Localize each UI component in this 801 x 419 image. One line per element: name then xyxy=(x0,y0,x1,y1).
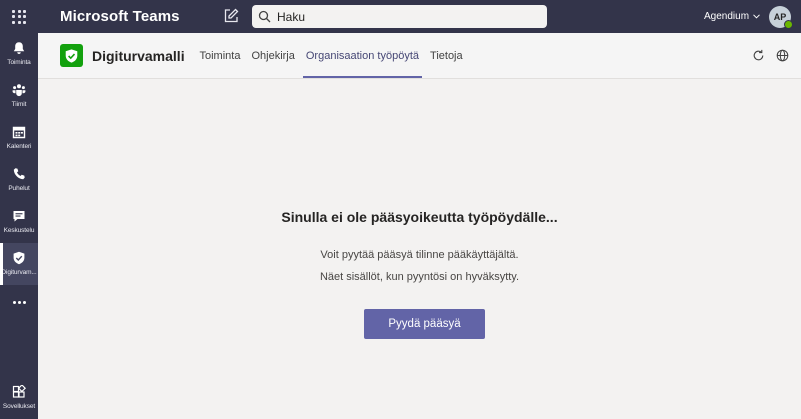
access-hint-line-2: Näet sisällöt, kun pyyntösi on hyväksytt… xyxy=(319,271,520,283)
rail-item-label: Tiimit xyxy=(11,101,27,108)
rail-item-label: Keskustelu xyxy=(3,227,35,234)
more-apps-button[interactable] xyxy=(0,292,38,312)
waffle-icon xyxy=(12,9,26,24)
org-switcher[interactable]: Agendium xyxy=(704,11,760,22)
tab-toiminta[interactable]: Toiminta xyxy=(194,33,246,79)
shield-check-icon xyxy=(65,48,78,63)
app-launcher-button[interactable] xyxy=(0,0,38,33)
bell-icon xyxy=(13,42,25,54)
rail-item-label: Sovellukset xyxy=(2,403,36,410)
rail-item-teams[interactable]: Tiimit xyxy=(0,75,38,117)
tab-tietoja[interactable]: Tietoja xyxy=(425,33,469,79)
app-title: Microsoft Teams xyxy=(60,8,180,25)
apps-icon xyxy=(12,385,26,398)
chevron-down-icon xyxy=(753,14,760,19)
rail-item-label: Puhelut xyxy=(8,185,30,192)
org-name: Agendium xyxy=(704,11,750,22)
rail-item-digiturvamalli[interactable]: Digiturvam... xyxy=(0,243,38,285)
search-icon xyxy=(258,10,271,23)
compose-icon[interactable] xyxy=(222,7,240,25)
presence-available-icon xyxy=(784,20,793,29)
request-access-button[interactable]: Pyydä pääsyä xyxy=(364,309,485,339)
app-tabs: Toiminta Ohjekirja Organisaation työpöyt… xyxy=(194,33,468,79)
search-input[interactable] xyxy=(277,9,537,24)
rail-item-calls[interactable]: Puhelut xyxy=(0,159,38,201)
title-bar: Microsoft Teams Agendium AP xyxy=(0,0,801,33)
tab-organisaation-tyopoyta[interactable]: Organisaation työpöytä xyxy=(300,33,424,79)
search-box[interactable] xyxy=(252,5,547,28)
app-bar: Toiminta Tiimit Kalenteri Puhelut Keskus… xyxy=(0,33,38,419)
phone-icon xyxy=(13,168,25,180)
avatar[interactable]: AP xyxy=(769,6,793,29)
tab-ohjekirja[interactable]: Ohjekirja xyxy=(246,33,300,79)
rail-item-apps[interactable]: Sovellukset xyxy=(0,377,38,419)
app-name: Digiturvamalli xyxy=(92,48,185,64)
more-icon xyxy=(12,300,16,304)
chat-icon xyxy=(13,211,25,222)
access-denied-title: Sinulla ei ole pääsyoikeutta työpöydälle… xyxy=(281,209,558,225)
app-content: Sinulla ei ole pääsyoikeutta työpöydälle… xyxy=(38,80,801,419)
rail-item-label: Toiminta xyxy=(7,59,31,66)
app-logo xyxy=(60,44,83,67)
refresh-icon[interactable] xyxy=(752,49,765,62)
rail-item-activity[interactable]: Toiminta xyxy=(0,33,38,75)
globe-icon[interactable] xyxy=(776,49,789,62)
app-header: Digiturvamalli Toiminta Ohjekirja Organi… xyxy=(38,33,801,79)
calendar-icon xyxy=(12,126,26,139)
access-hint-line-1: Voit pyytää pääsyä tilinne pääkäyttäjält… xyxy=(320,249,519,261)
teams-icon xyxy=(12,84,26,97)
rail-item-label: Digiturvam... xyxy=(1,269,37,276)
rail-item-calendar[interactable]: Kalenteri xyxy=(0,117,38,159)
shield-icon xyxy=(13,251,25,265)
rail-item-label: Kalenteri xyxy=(6,143,32,150)
rail-item-chat[interactable]: Keskustelu xyxy=(0,201,38,243)
